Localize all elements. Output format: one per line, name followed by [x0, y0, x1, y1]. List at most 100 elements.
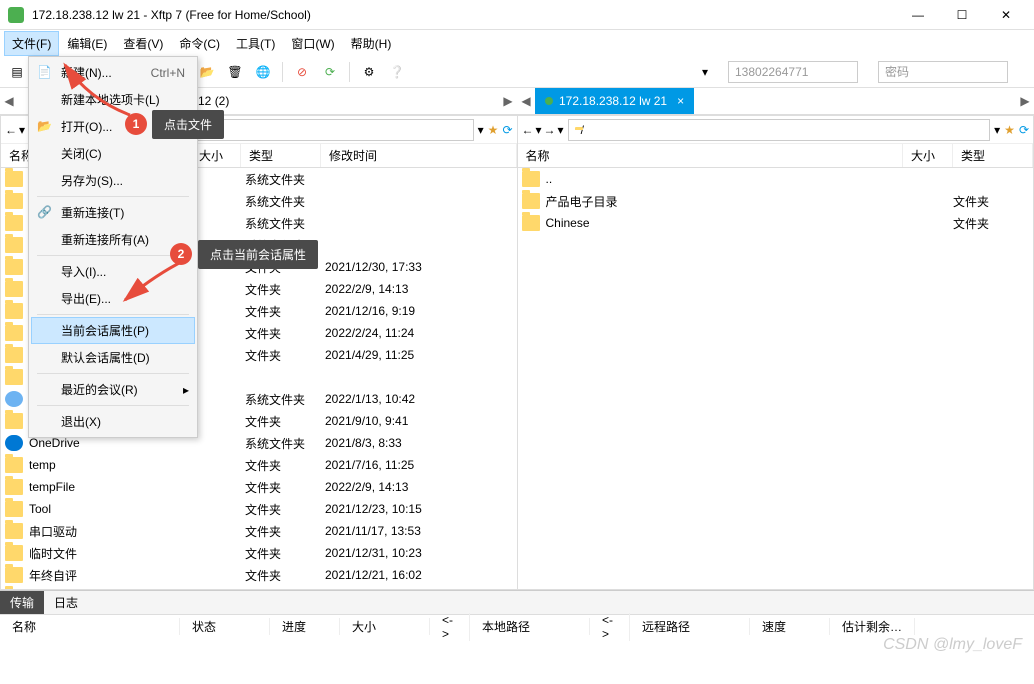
refresh-remote-icon[interactable]: ⟳	[1019, 123, 1029, 137]
tab-log[interactable]: 日志	[44, 591, 88, 614]
globe-icon[interactable]: 🌐	[252, 61, 274, 83]
tab-scroll-right-r[interactable]: ▶	[1016, 88, 1034, 114]
folder-icon	[5, 193, 23, 209]
folder-icon	[522, 193, 540, 209]
status-eta: 估计剩余…	[830, 618, 915, 635]
path-dropdown-icon[interactable]: ▾	[478, 123, 484, 137]
list-item[interactable]: tempFile文件夹2022/2/9, 14:13	[1, 476, 517, 498]
menu-default-props[interactable]: 默认会话属性(D)	[31, 344, 195, 371]
remote-path-text: /	[581, 123, 584, 137]
menubar: 文件(F) 编辑(E) 查看(V) 命令(C) 工具(T) 窗口(W) 帮助(H…	[0, 30, 1034, 56]
username-input[interactable]: 13802264771	[728, 61, 858, 83]
remote-tab-label: 172.18.238.12 lw 21	[559, 94, 667, 108]
list-item[interactable]: 串口驱动文件夹2021/11/17, 13:53	[1, 520, 517, 542]
red-arrow-1-icon	[60, 60, 150, 120]
menu-reconnect[interactable]: 🔗 重新连接(T)	[31, 199, 195, 226]
status-speed: 速度	[750, 618, 830, 635]
folder-icon	[5, 215, 23, 231]
col-size[interactable]: 大小	[191, 144, 241, 167]
status-progress: 进度	[270, 618, 340, 635]
folder-icon	[5, 567, 23, 583]
remote-path-input[interactable]: /	[568, 119, 991, 141]
tab-scroll-left[interactable]: ◀	[0, 88, 18, 114]
list-item[interactable]: 产品电子目录文件夹	[518, 190, 1034, 212]
menu-help[interactable]: 帮助(H)	[343, 31, 400, 56]
list-item[interactable]: Chinese文件夹	[518, 212, 1034, 234]
folder-icon	[5, 523, 23, 539]
annotation-badge-2: 2	[170, 243, 192, 265]
folder-icon	[5, 457, 23, 473]
list-item[interactable]: 桌面文件夹2021/6/2, 15:11	[1, 586, 517, 589]
path-dropdown-r-icon[interactable]: ▾	[994, 123, 1000, 137]
star-icon[interactable]: ★	[488, 123, 499, 137]
folder-icon	[5, 347, 23, 363]
titlebar: 172.18.238.12 lw 21 - Xftp 7 (Free for H…	[0, 0, 1034, 30]
settings-icon[interactable]: ⚙	[358, 61, 380, 83]
help-icon[interactable]: ❔	[386, 61, 408, 83]
newfolder-icon[interactable]: 📂	[196, 61, 218, 83]
col-type-r[interactable]: 类型	[953, 144, 1033, 167]
folder-icon	[5, 545, 23, 561]
nav-back-r-icon[interactable]: ←	[522, 123, 534, 137]
annotation-text-1: 点击文件	[152, 110, 224, 139]
folder-icon	[5, 413, 23, 429]
star-r-icon[interactable]: ★	[1004, 123, 1015, 137]
list-item[interactable]: 临时文件文件夹2021/12/31, 10:23	[1, 542, 517, 564]
tab-close-icon[interactable]: ×	[677, 94, 684, 108]
annotation-badge-1: 1	[125, 113, 147, 135]
status-local: 本地路径	[470, 618, 590, 635]
app-icon	[8, 7, 24, 23]
folder-icon	[5, 479, 23, 495]
menu-saveas[interactable]: 另存为(S)...	[31, 167, 195, 194]
status-arrow2: <->	[590, 613, 630, 641]
status-name: 名称	[0, 618, 180, 635]
menu-close[interactable]: 关闭(C)	[31, 140, 195, 167]
nav-fwd-r-icon[interactable]: →	[544, 123, 556, 137]
remote-file-list[interactable]: ..产品电子目录文件夹Chinese文件夹	[518, 168, 1034, 589]
refresh-icon[interactable]: ⟳	[319, 61, 341, 83]
folder-icon	[5, 501, 23, 517]
list-item[interactable]: temp文件夹2021/7/16, 11:25	[1, 454, 517, 476]
menu-edit[interactable]: 编辑(E)	[59, 31, 115, 56]
col-mod[interactable]: 修改时间	[321, 144, 517, 167]
folder-icon	[522, 171, 540, 187]
stop-icon[interactable]: ⊘	[291, 61, 313, 83]
menu-tools[interactable]: 工具(T)	[228, 31, 283, 56]
annotation-text-2: 点击当前会话属性	[198, 240, 318, 269]
menu-recent[interactable]: 最近的会议(R)▸	[31, 376, 195, 403]
password-input[interactable]: 密码	[878, 61, 1008, 83]
list-item-up[interactable]: ..	[518, 168, 1034, 190]
col-size-r[interactable]: 大小	[903, 144, 953, 167]
folder-open-icon: 📂	[37, 119, 53, 135]
status-dot-icon	[545, 97, 553, 105]
list-item[interactable]: Tool文件夹2021/12/23, 10:15	[1, 498, 517, 520]
remote-pane: ← ▾ → ▾ / ▾ ★ ⟳ 名称 大小 类型 ..产品电子目录文件夹Chin…	[517, 115, 1034, 590]
delete-icon[interactable]: 🗑	[224, 61, 246, 83]
menu-file[interactable]: 文件(F)	[4, 31, 59, 56]
menu-command[interactable]: 命令(C)	[171, 31, 228, 56]
tab-scroll-left-r[interactable]: ◀	[517, 88, 535, 114]
list-item[interactable]: 年终自评文件夹2021/12/21, 16:02	[1, 564, 517, 586]
refresh-local-icon[interactable]: ⟳	[502, 123, 512, 137]
menu-exit[interactable]: 退出(X)	[31, 408, 195, 435]
folder-icon	[5, 391, 23, 407]
status-bar: 名称 状态 进度 大小 <-> 本地路径 <-> 远程路径 速度 估计剩余…	[0, 614, 1034, 638]
col-type[interactable]: 类型	[241, 144, 321, 167]
tab-transfer[interactable]: 传输	[0, 591, 44, 614]
status-arrow: <->	[430, 613, 470, 641]
folder-icon	[5, 325, 23, 341]
minimize-button[interactable]: —	[898, 2, 938, 28]
new-icon[interactable]: ▤	[6, 61, 28, 83]
maximize-button[interactable]: ☐	[942, 2, 982, 28]
menu-view[interactable]: 查看(V)	[115, 31, 171, 56]
col-name-r[interactable]: 名称	[518, 144, 904, 167]
window-title: 172.18.238.12 lw 21 - Xftp 7 (Free for H…	[32, 8, 898, 22]
menu-current-props[interactable]: 当前会话属性(P)	[31, 317, 195, 344]
remote-tab[interactable]: 172.18.238.12 lw 21 ×	[535, 88, 694, 114]
tab-scroll-right[interactable]: ▶	[499, 88, 517, 114]
nav-back-icon[interactable]: ←	[5, 123, 17, 137]
menu-window[interactable]: 窗口(W)	[283, 31, 342, 56]
close-button[interactable]: ✕	[986, 2, 1026, 28]
bottom-tabs: 传输 日志	[0, 590, 1034, 614]
dropdown-arrow-icon[interactable]: ▾	[702, 65, 708, 79]
